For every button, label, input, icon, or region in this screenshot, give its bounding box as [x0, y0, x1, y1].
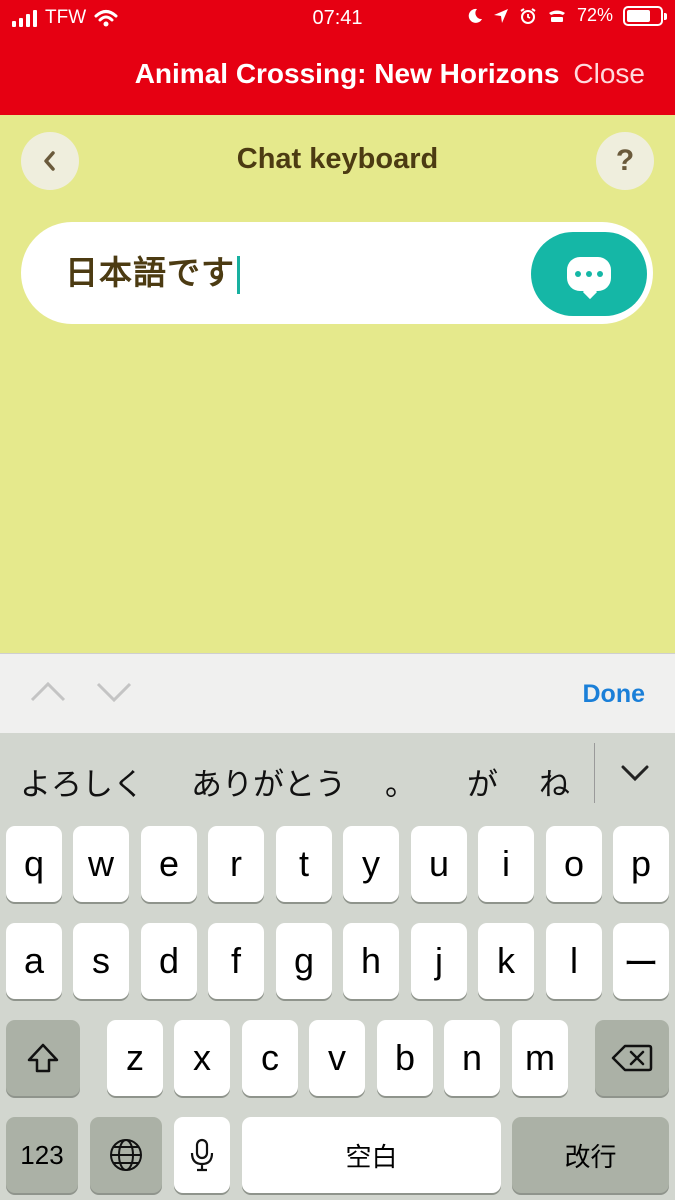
key-i[interactable]: i [478, 826, 534, 902]
key-r[interactable]: r [208, 826, 264, 902]
chevron-down-icon[interactable] [619, 757, 651, 789]
app-top-bar: TFW 07:41 72% Animal Crossing: New Horiz… [0, 0, 675, 115]
candidate-divider [594, 743, 595, 803]
numbers-key[interactable]: 123 [6, 1117, 78, 1193]
text-caret [237, 256, 240, 295]
dictation-key[interactable] [174, 1117, 230, 1193]
globe-icon [110, 1139, 142, 1171]
chat-input-value: 日本語です [65, 254, 235, 291]
tty-icon [548, 10, 565, 22]
key-n[interactable]: n [444, 1020, 500, 1096]
key-o[interactable]: o [546, 826, 602, 902]
done-button[interactable]: Done [583, 680, 646, 709]
candidate-item[interactable]: ね [539, 759, 570, 804]
key-b[interactable]: b [377, 1020, 433, 1096]
globe-key[interactable] [90, 1117, 162, 1193]
key-g[interactable]: g [276, 923, 332, 999]
key-c[interactable]: c [242, 1020, 298, 1096]
battery-percent: 72% [576, 5, 613, 25]
backspace-icon [611, 1044, 653, 1072]
key-f[interactable]: f [208, 923, 264, 999]
shift-icon [27, 1043, 59, 1073]
close-button[interactable]: Close [573, 58, 645, 90]
key-k[interactable]: k [478, 923, 534, 999]
key-h[interactable]: h [343, 923, 399, 999]
page-title: Chat keyboard [236, 143, 439, 175]
location-arrow-icon [493, 8, 508, 23]
key-j[interactable]: j [411, 923, 467, 999]
app-title: Animal Crossing: New Horizons [134, 58, 560, 89]
key-d[interactable]: d [141, 923, 197, 999]
chevron-up-icon[interactable] [28, 672, 68, 712]
key-q[interactable]: q [6, 826, 62, 902]
key-long-vowel[interactable]: ー [613, 923, 669, 999]
battery-icon [623, 5, 667, 26]
candidate-item[interactable]: ありがとう [191, 759, 346, 804]
key-a[interactable]: a [6, 923, 62, 999]
candidate-item[interactable]: よろしく [20, 759, 144, 804]
key-y[interactable]: y [343, 826, 399, 902]
key-p[interactable]: p [613, 826, 669, 902]
keyboard-accessory-bar: Done [0, 653, 675, 733]
chevron-down-icon[interactable] [94, 672, 134, 712]
key-t[interactable]: t [276, 826, 332, 902]
send-button[interactable] [531, 232, 647, 316]
key-m[interactable]: m [512, 1020, 568, 1096]
chat-bubble-icon [567, 257, 611, 291]
return-key[interactable]: 改行 [512, 1117, 669, 1193]
status-bar: TFW 07:41 72% [0, 0, 675, 38]
key-s[interactable]: s [73, 923, 129, 999]
shift-key[interactable] [6, 1020, 80, 1096]
key-l[interactable]: l [546, 923, 602, 999]
microphone-icon [190, 1138, 214, 1172]
delete-key[interactable] [595, 1020, 669, 1096]
key-u[interactable]: u [411, 826, 467, 902]
help-icon: ? [615, 144, 635, 177]
moon-icon [468, 8, 482, 23]
key-v[interactable]: v [309, 1020, 365, 1096]
help-button[interactable]: ? [596, 132, 654, 190]
key-w[interactable]: w [73, 826, 129, 902]
alarm-icon [520, 7, 536, 24]
battery-fill [627, 9, 651, 22]
candidate-bar: よろしく ありがとう 。 が ね [0, 733, 675, 821]
candidate-item[interactable]: が [467, 759, 498, 804]
key-e[interactable]: e [141, 826, 197, 902]
keyboard: よろしく ありがとう 。 が ね q w e r t y u i o p a s… [0, 733, 675, 1200]
key-z[interactable]: z [107, 1020, 163, 1096]
key-x[interactable]: x [174, 1020, 230, 1096]
space-key[interactable]: 空白 [242, 1117, 501, 1193]
candidate-item[interactable]: 。 [385, 759, 416, 804]
